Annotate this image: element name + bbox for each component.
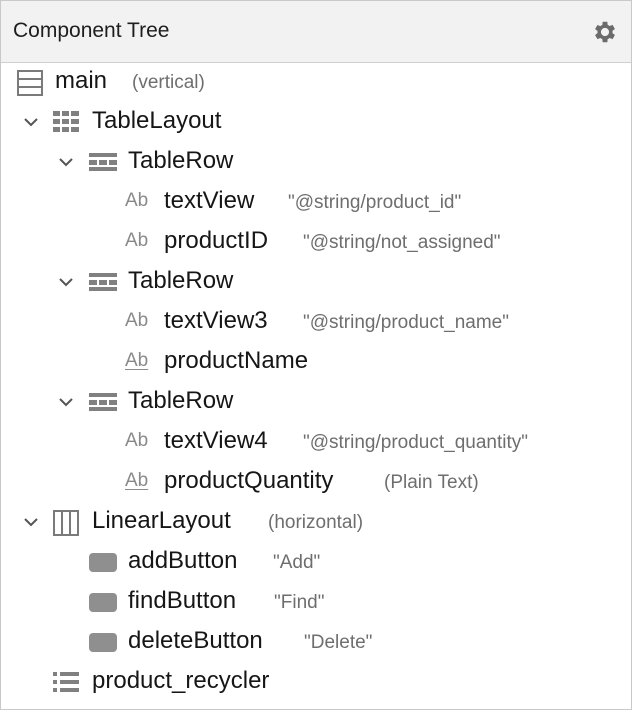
tree-item-label: textView4 [164, 427, 268, 454]
table-layout-icon [53, 111, 79, 132]
tree-item-label: addButton [128, 547, 238, 574]
tree-item-attribute: "Find" [274, 592, 325, 613]
tree-item-attribute: "@string/not_assigned" [303, 232, 501, 253]
tree-item-label: deleteButton [128, 627, 263, 654]
textview-icon: Ab [125, 230, 149, 251]
edittext-icon: Ab [125, 470, 149, 491]
tree-item-linearlayout[interactable]: LinearLayout (horizontal) [1, 502, 631, 542]
table-row-icon [89, 393, 117, 411]
tree-item-label: LinearLayout [92, 507, 231, 534]
tree-item-textview3[interactable]: Ab textView3 "@string/product_name" [1, 302, 631, 342]
tree-item-product-recycler[interactable]: product_recycler [1, 662, 631, 702]
tree-item-label: productID [164, 227, 269, 254]
tree-item-main[interactable]: main (vertical) [1, 62, 631, 102]
tree-item-label: textView [164, 187, 255, 214]
chevron-down-icon[interactable] [58, 274, 74, 290]
chevron-down-icon[interactable] [23, 114, 39, 130]
chevron-down-icon[interactable] [58, 154, 74, 170]
tree-item-addbutton[interactable]: addButton "Add" [1, 542, 631, 582]
button-icon [89, 593, 117, 612]
chevron-down-icon[interactable] [58, 394, 74, 410]
tree-item-attribute: (Plain Text) [384, 472, 479, 493]
textview-icon: Ab [125, 430, 149, 451]
edittext-icon: Ab [125, 350, 149, 371]
vertical-layout-icon [17, 70, 43, 96]
button-icon [89, 633, 117, 652]
tree-item-textview4[interactable]: Ab textView4 "@string/product_quantity" [1, 422, 631, 462]
tree-item-label: productQuantity [164, 467, 334, 494]
component-tree-panel: Component Tree main (vertical) TableLayo… [0, 0, 632, 710]
tree-item-productname[interactable]: Ab productName [1, 342, 631, 382]
tree-item-textview[interactable]: Ab textView "@string/product_id" [1, 182, 631, 222]
tree-item-tablerow[interactable]: TableRow [1, 142, 631, 182]
button-icon [89, 553, 117, 572]
tree-item-label: TableRow [128, 267, 234, 294]
tree-item-tablerow[interactable]: TableRow [1, 382, 631, 422]
tree-item-label: TableLayout [92, 107, 222, 134]
tree-item-productid[interactable]: Ab productID "@string/not_assigned" [1, 222, 631, 262]
tree-item-label: main [55, 67, 108, 94]
tree-item-attribute: (horizontal) [268, 512, 364, 533]
textview-icon: Ab [125, 190, 149, 211]
tree-item-tablerow[interactable]: TableRow [1, 262, 631, 302]
tree-item-attribute: "@string/product_quantity" [303, 432, 529, 453]
tree-item-label: productName [164, 347, 309, 374]
gear-icon[interactable] [591, 18, 619, 46]
tree-item-attribute: "@string/product_name" [303, 312, 509, 333]
tree-item-deletebutton[interactable]: deleteButton "Delete" [1, 622, 631, 662]
panel-header: Component Tree [1, 1, 631, 63]
tree-item-attribute: "Add" [273, 552, 321, 573]
table-row-icon [89, 153, 117, 171]
tree-item-productquantity[interactable]: Ab productQuantity (Plain Text) [1, 462, 631, 502]
table-row-icon [89, 273, 117, 291]
tree-item-label: product_recycler [92, 667, 270, 694]
recyclerview-icon [53, 672, 79, 692]
tree-item-label: findButton [128, 587, 237, 614]
panel-title: Component Tree [13, 19, 170, 42]
tree-item-attribute: "@string/product_id" [288, 192, 462, 213]
tree-item-label: textView3 [164, 307, 268, 334]
tree-item-tablelayout[interactable]: TableLayout [1, 102, 631, 142]
textview-icon: Ab [125, 310, 149, 331]
tree-item-label: TableRow [128, 387, 234, 414]
tree-item-attribute: "Delete" [304, 632, 373, 653]
tree-item-findbutton[interactable]: findButton "Find" [1, 582, 631, 622]
tree-item-attribute: (vertical) [132, 72, 205, 93]
tree-item-label: TableRow [128, 147, 234, 174]
chevron-down-icon[interactable] [23, 514, 39, 530]
horizontal-layout-icon [53, 510, 79, 536]
